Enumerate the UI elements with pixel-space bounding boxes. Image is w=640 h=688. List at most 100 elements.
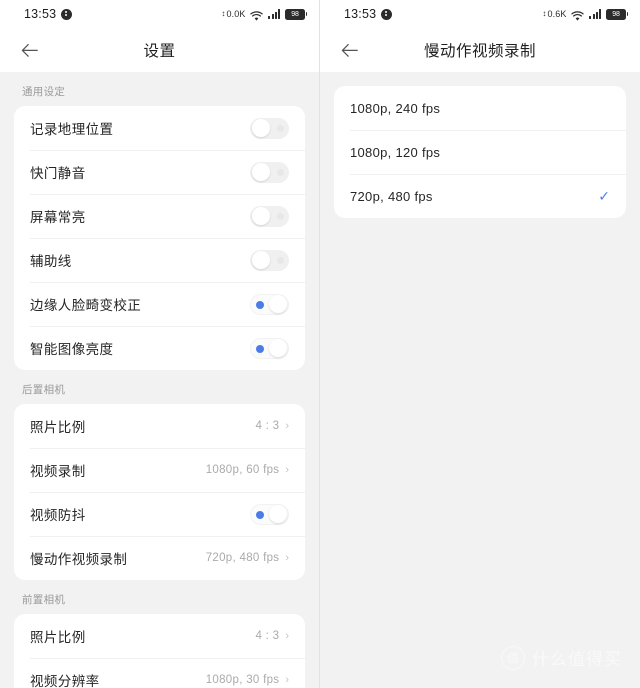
row-right: 4 : 3 › — [255, 420, 289, 432]
row-smart-image-brightness[interactable]: 智能图像亮度 — [14, 326, 305, 370]
toggle-track-dot — [255, 510, 264, 519]
row-label: 照片比例 — [30, 630, 86, 645]
row-label: 智能图像亮度 — [30, 342, 114, 357]
title-bar: 慢动作视频录制 — [320, 28, 640, 72]
row-slow-motion-video-recording[interactable]: 慢动作视频录制 720p, 480 fps › — [14, 536, 305, 580]
row-right: 1080p, 60 fps › — [206, 464, 289, 476]
option-1080p-240fps[interactable]: 1080p, 240 fps — [334, 86, 626, 130]
row-shutter-mute[interactable]: 快门静音 — [14, 150, 305, 194]
status-time: 13:53 — [24, 7, 57, 21]
back-button[interactable] — [14, 35, 44, 65]
chevron-right-icon: › — [285, 463, 289, 476]
row-label: 照片比例 — [30, 420, 86, 435]
row-video-stabilization[interactable]: 视频防抖 — [14, 492, 305, 536]
toggle-edge-face-distortion-correction[interactable] — [250, 293, 289, 315]
page-title: 设置 — [143, 43, 176, 60]
toggle-knob — [269, 505, 287, 523]
toggle-knob — [251, 163, 270, 181]
updown-arrow-icon: ↕ — [542, 9, 547, 18]
row-keep-screen-on[interactable]: 屏幕常亮 — [14, 194, 305, 238]
toggle-record-location[interactable] — [250, 117, 289, 139]
row-label: 辅助线 — [30, 254, 72, 269]
clock-dot-icon — [61, 8, 73, 20]
toggle-track-dot — [277, 124, 284, 132]
network-speed-value: 0.0K — [226, 9, 246, 19]
card-front-camera: 照片比例 4 : 3 › 视频分辨率 1080p, 30 fps › — [14, 614, 305, 688]
settings-scroll-area[interactable]: 通用设定 记录地理位置 快门静音 屏幕常亮 辅助线 边缘人脸畸变校正 智能图像亮… — [0, 72, 319, 688]
row-front-video-resolution[interactable]: 视频分辨率 1080p, 30 fps › — [14, 658, 305, 688]
updown-arrow-icon: ↕ — [221, 9, 226, 18]
row-rear-video-recording[interactable]: 视频录制 1080p, 60 fps › — [14, 448, 305, 492]
wifi-icon — [571, 9, 585, 21]
title-bar: 设置 — [0, 28, 319, 72]
status-bar: 13:53 ↕ 0.0K 98 — [0, 0, 319, 28]
back-button[interactable] — [334, 35, 364, 65]
left-phone-screen: 13:53 ↕ 0.0K 98 设置 通用设定 记录地理位置 快门静音 屏幕常亮… — [0, 0, 320, 688]
status-bar-left: 13:53 — [24, 7, 73, 21]
status-time: 13:53 — [344, 7, 377, 21]
row-label: 记录地理位置 — [30, 122, 114, 137]
row-label: 视频分辨率 — [30, 674, 100, 688]
toggle-knob — [251, 251, 270, 269]
cellular-signal-icon — [589, 9, 601, 19]
chevron-right-icon: › — [285, 419, 289, 432]
row-guide-lines[interactable]: 辅助线 — [14, 238, 305, 282]
chevron-right-icon: › — [285, 551, 289, 564]
battery-icon: 98 — [606, 8, 629, 20]
status-bar-left: 13:53 — [344, 7, 393, 21]
toggle-track-dot — [277, 168, 284, 176]
dual-screenshot-container: 13:53 ↕ 0.0K 98 设置 通用设定 记录地理位置 快门静音 屏幕常亮… — [0, 0, 640, 688]
row-value: 4 : 3 — [255, 420, 280, 432]
status-bar-right: ↕ 0.6K 98 — [542, 8, 629, 21]
toggle-track-dot — [277, 256, 284, 264]
row-right: 720p, 480 fps › — [206, 552, 289, 564]
toggle-smart-image-brightness[interactable] — [250, 337, 289, 359]
section-header-general: 通用设定 — [22, 86, 66, 98]
toggle-knob — [269, 295, 287, 313]
chevron-right-icon: › — [285, 629, 289, 642]
option-720p-480fps[interactable]: 720p, 480 fps ✓ — [334, 174, 626, 218]
toggle-track-dot — [255, 344, 264, 353]
toggle-track-dot — [277, 212, 284, 220]
toggle-shutter-mute[interactable] — [250, 161, 289, 183]
right-phone-screen: 13:53 ↕ 0.6K 98 慢动作视频录制 1080p, 240 fps 1… — [320, 0, 640, 688]
row-record-location[interactable]: 记录地理位置 — [14, 106, 305, 150]
row-value: 1080p, 60 fps — [205, 464, 280, 476]
row-label: 视频录制 — [30, 464, 86, 479]
options-wrap: 1080p, 240 fps 1080p, 120 fps 720p, 480 … — [334, 72, 626, 218]
row-label: 慢动作视频录制 — [30, 552, 128, 567]
row-edge-face-distortion-correction[interactable]: 边缘人脸畸变校正 — [14, 282, 305, 326]
options-scroll-area[interactable]: 1080p, 240 fps 1080p, 120 fps 720p, 480 … — [320, 72, 640, 688]
toggle-guide-lines[interactable] — [250, 249, 289, 271]
row-label: 屏幕常亮 — [30, 210, 86, 225]
row-right: 4 : 3 › — [255, 630, 289, 642]
row-value: 1080p, 30 fps — [205, 674, 280, 686]
chevron-right-icon: › — [285, 673, 289, 686]
status-bar: 13:53 ↕ 0.6K 98 — [320, 0, 640, 28]
toggle-knob — [269, 339, 287, 357]
battery-icon: 98 — [285, 8, 308, 20]
network-speed-value: 0.6K — [547, 9, 567, 19]
page-title: 慢动作视频录制 — [423, 43, 536, 60]
clock-dot-icon — [381, 8, 393, 20]
row-label: 视频防抖 — [30, 508, 86, 523]
row-label: 边缘人脸畸变校正 — [30, 298, 142, 313]
card-slow-motion-options: 1080p, 240 fps 1080p, 120 fps 720p, 480 … — [334, 86, 626, 218]
toggle-track-dot — [255, 300, 264, 309]
row-right: 1080p, 30 fps › — [206, 674, 289, 686]
toggle-keep-screen-on[interactable] — [250, 205, 289, 227]
row-value: 4 : 3 — [255, 630, 280, 642]
section-header-rear-camera: 后置相机 — [22, 384, 66, 396]
network-speed: ↕ 0.0K — [221, 9, 245, 19]
option-label: 1080p, 120 fps — [350, 144, 441, 160]
wifi-icon — [250, 9, 264, 21]
row-rear-photo-ratio[interactable]: 照片比例 4 : 3 › — [14, 404, 305, 448]
row-front-photo-ratio[interactable]: 照片比例 4 : 3 › — [14, 614, 305, 658]
status-bar-right: ↕ 0.0K 98 — [221, 8, 308, 21]
option-1080p-120fps[interactable]: 1080p, 120 fps — [334, 130, 626, 174]
card-rear-camera: 照片比例 4 : 3 › 视频录制 1080p, 60 fps › 视频防抖 慢… — [14, 404, 305, 580]
check-icon: ✓ — [598, 188, 610, 204]
toggle-video-stabilization[interactable] — [250, 503, 289, 525]
section-header-front-camera: 前置相机 — [22, 594, 66, 606]
row-value: 720p, 480 fps — [205, 552, 280, 564]
